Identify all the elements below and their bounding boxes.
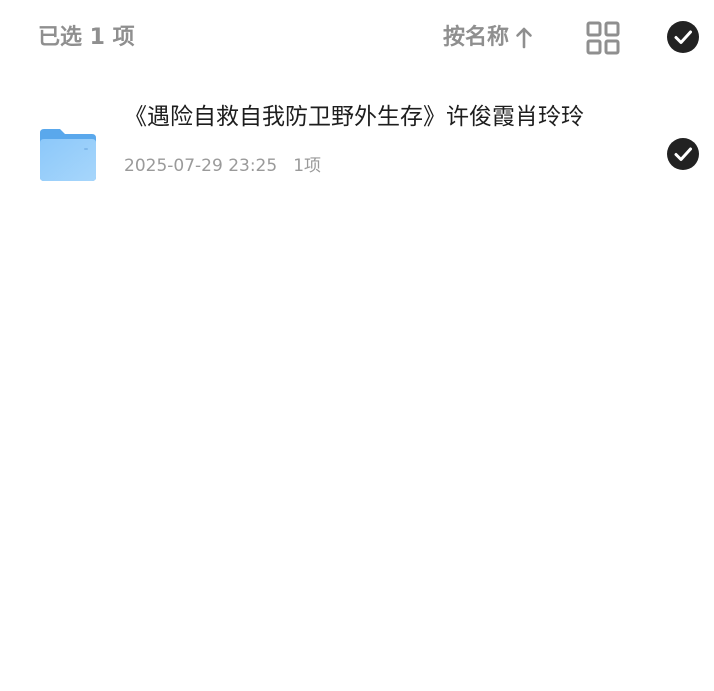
file-row[interactable]: 《遇险自救自我防卫野外生存》许俊霞肖玲玲 2025-07-29 23:25 1项 [0, 90, 714, 222]
arrow-up-icon [516, 27, 532, 49]
file-modified-time: 2025-07-29 23:25 [124, 156, 278, 176]
toolbar: 已选 1 项 按名称 [0, 0, 714, 76]
file-item-count: 1项 [293, 156, 322, 176]
selected-count-label: 已选 1 项 [38, 25, 135, 50]
row-select-check-icon[interactable] [667, 138, 699, 170]
folder-icon [40, 129, 96, 181]
sort-by-name-button[interactable]: 按名称 [443, 22, 533, 54]
file-info: 《遇险自救自我防卫野外生存》许俊霞肖玲玲 2025-07-29 23:25 1项 [124, 100, 634, 178]
file-meta: 2025-07-29 23:25 1项 [124, 154, 634, 178]
select-all-check-icon[interactable] [667, 21, 699, 53]
sort-label: 按名称 [443, 25, 510, 50]
file-name: 《遇险自救自我防卫野外生存》许俊霞肖玲玲 [124, 104, 584, 130]
grid-view-icon[interactable] [586, 21, 620, 55]
